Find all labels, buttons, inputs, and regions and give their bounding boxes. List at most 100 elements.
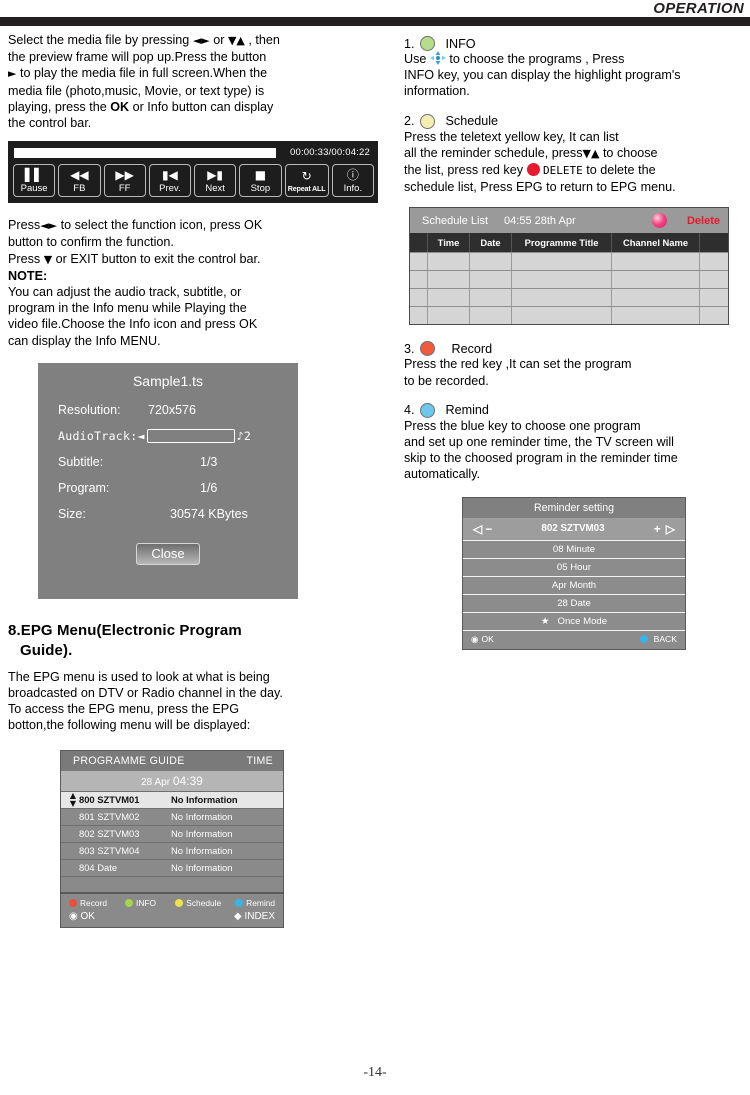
next-button[interactable]: ▶▮ Next — [194, 164, 237, 198]
programme-guide-row-info: No Information — [171, 828, 233, 840]
item2-delete-keyword: DELETE — [543, 164, 583, 178]
programme-guide-row-channel: 802 SZTVM03 — [79, 828, 140, 840]
item3-body: Press the red key ,It can set the progra… — [404, 356, 750, 388]
info-program-value: 1/6 — [200, 480, 218, 495]
reminder-increment-group[interactable]: + ▷ — [654, 522, 675, 536]
media-control-bar[interactable]: 00:00:33/00:04:22 ▌▌ Pause ◀◀ FB ▶▶ FF ▮… — [8, 141, 378, 204]
cell — [612, 253, 700, 271]
previous-button[interactable]: ▮◀ Prev. — [148, 164, 191, 198]
item1-heading: 1. INFO — [404, 36, 750, 51]
after-line2: button to confirm the function. — [8, 235, 174, 250]
ok-key-hint[interactable]: ◉ OK — [69, 911, 95, 922]
audiotrack-note-value: ♪2 — [236, 428, 252, 443]
after-line1b: to select the function icon, press OK — [60, 218, 263, 233]
programme-guide-panel: PROGRAMME GUIDE TIME 28 Apr 04:39 ▲ ▼ 800… — [60, 749, 284, 928]
repeat-icon: ↻ — [301, 169, 312, 184]
info-row-audiotrack[interactable]: AudioTrack: ◄ ♪2 — [38, 428, 298, 443]
reminder-setting-title: Reminder setting — [463, 497, 685, 518]
reminder-item-date[interactable]: 28 Date — [463, 593, 685, 612]
programme-guide-row[interactable]: 803 SZTVM04 No Information — [61, 841, 283, 859]
item2-line4: schedule list, Press EPG to return to EP… — [404, 180, 676, 195]
schedule-col-blank-left — [410, 233, 428, 253]
repeat-all-button[interactable]: ↻ Repeat ALL — [284, 164, 329, 198]
cell — [700, 271, 728, 288]
section-body-line3: To access the EPG menu, press the EPG — [8, 702, 239, 717]
playback-progress-bar[interactable] — [14, 147, 276, 158]
plus-icon[interactable]: + — [654, 522, 661, 536]
reminder-item-mode[interactable]: ★ Once Mode — [463, 611, 685, 630]
pause-button[interactable]: ▌▌ Pause — [13, 164, 56, 198]
pause-button-label: Pause — [20, 182, 48, 194]
cell — [512, 253, 612, 271]
programme-guide-row-channel: 804 Date — [79, 862, 118, 874]
programme-guide-row-info: No Information — [171, 845, 233, 857]
item1-body: Use to choose the programs , Press INFO … — [404, 51, 750, 100]
fast-forward-button[interactable]: ▶▶ FF — [103, 164, 146, 198]
audiotrack-left-arrow-icon[interactable]: ◄ — [137, 429, 144, 443]
programme-guide-time-column-label: TIME — [246, 754, 273, 767]
item2-line2b: to choose — [602, 145, 658, 160]
info-program-label: Program: — [58, 480, 110, 495]
fast-forward-button-label: FF — [118, 182, 131, 194]
schedule-list-body — [410, 252, 728, 325]
schedule-table-row[interactable] — [410, 252, 728, 271]
cell — [470, 289, 512, 307]
programme-guide-header: PROGRAMME GUIDE TIME — [61, 750, 283, 771]
red-key-icon-3 — [419, 341, 435, 357]
info-button-label: Info. — [343, 182, 363, 194]
previous-icon: ▮◀ — [161, 167, 178, 182]
control-bar-progress-row: 00:00:33/00:04:22 — [12, 146, 374, 159]
repeat-all-button-label: Repeat ALL — [287, 184, 326, 194]
programme-guide-row[interactable]: 804 Date No Information — [61, 858, 283, 876]
item2-line1: Press the teletext yellow key, It can li… — [404, 129, 619, 144]
info-audiotrack-label: AudioTrack: — [58, 428, 138, 443]
reminder-item-minute[interactable]: 08 Minute — [463, 539, 685, 558]
info-row-size: Size: 30574 KBytes — [38, 507, 298, 521]
left-column: Select the media file by pressing ◄► or … — [8, 32, 386, 928]
reminder-back-hint[interactable]: BACK — [639, 634, 677, 644]
schedule-table-row[interactable] — [410, 288, 728, 307]
item2-number: 2. — [404, 114, 415, 129]
reminder-item-hour[interactable]: 05 Hour — [463, 557, 685, 576]
reminder-ok-hint[interactable]: ◉ OK — [471, 634, 494, 645]
schedule-table-row[interactable] — [410, 306, 728, 325]
right-column: 1. INFO Use to choose the programs , Pre… — [404, 36, 750, 650]
down-arrow-icon: ▼ — [43, 252, 53, 266]
color-key-record[interactable]: Record — [69, 898, 125, 908]
red-dot-icon — [69, 898, 77, 907]
after-line3b: or EXIT button to exit the control bar. — [55, 251, 261, 266]
color-key-info[interactable]: INFO — [125, 898, 175, 908]
info-button[interactable]: ⓘ Info. — [331, 164, 374, 198]
fast-backward-button[interactable]: ◀◀ FB — [58, 164, 101, 198]
reminder-channel-value: 802 SZTVM03 — [541, 523, 605, 535]
color-key-remind-label: Remind — [246, 897, 276, 908]
color-key-remind[interactable]: Remind — [235, 898, 275, 908]
index-key-hint[interactable]: ◆ INDEX — [234, 911, 275, 922]
reminder-decrement-group[interactable]: ◁ − — [473, 522, 492, 536]
item2-body: Press the teletext yellow key, It can li… — [404, 129, 750, 196]
chevron-left-icon[interactable]: ◁ — [473, 522, 482, 536]
programme-guide-row[interactable]: 801 SZTVM02 No Information — [61, 807, 283, 825]
programme-guide-row-selected[interactable]: ▲ ▼ 800 SZTVM01 No Information — [61, 790, 283, 808]
note-label: NOTE: — [8, 268, 48, 283]
reminder-item-month[interactable]: Apr Month — [463, 575, 685, 594]
chevron-right-icon[interactable]: ▷ — [666, 522, 675, 536]
delete-label[interactable]: Delete — [687, 215, 720, 227]
schedule-table-row[interactable] — [410, 270, 728, 289]
stop-button[interactable]: ■ Stop — [239, 164, 282, 198]
reminder-channel-selector[interactable]: ◁ − 802 SZTVM03 + ▷ — [463, 517, 685, 540]
item1-line1b: to choose the programs , Press — [449, 52, 625, 66]
media-info-panel: Sample1.ts Resolution: 720x576 AudioTrac… — [38, 362, 298, 599]
cell — [470, 271, 512, 289]
audiotrack-value-box[interactable] — [146, 428, 235, 443]
intro-line1-tail: , then — [248, 33, 280, 47]
cell — [470, 253, 512, 271]
cell — [700, 253, 728, 270]
programme-guide-row[interactable]: 802 SZTVM03 No Information — [61, 824, 283, 842]
minus-icon[interactable]: − — [485, 522, 492, 536]
color-key-schedule[interactable]: Schedule — [175, 898, 235, 908]
down-up-arrow-icon-2: ▼▲ — [582, 146, 600, 160]
left-right-arrow-icon-2: ◄► — [40, 219, 58, 233]
close-button[interactable]: Close — [136, 542, 200, 565]
programme-guide-color-keys: Record INFO Schedule Remind — [69, 898, 275, 908]
